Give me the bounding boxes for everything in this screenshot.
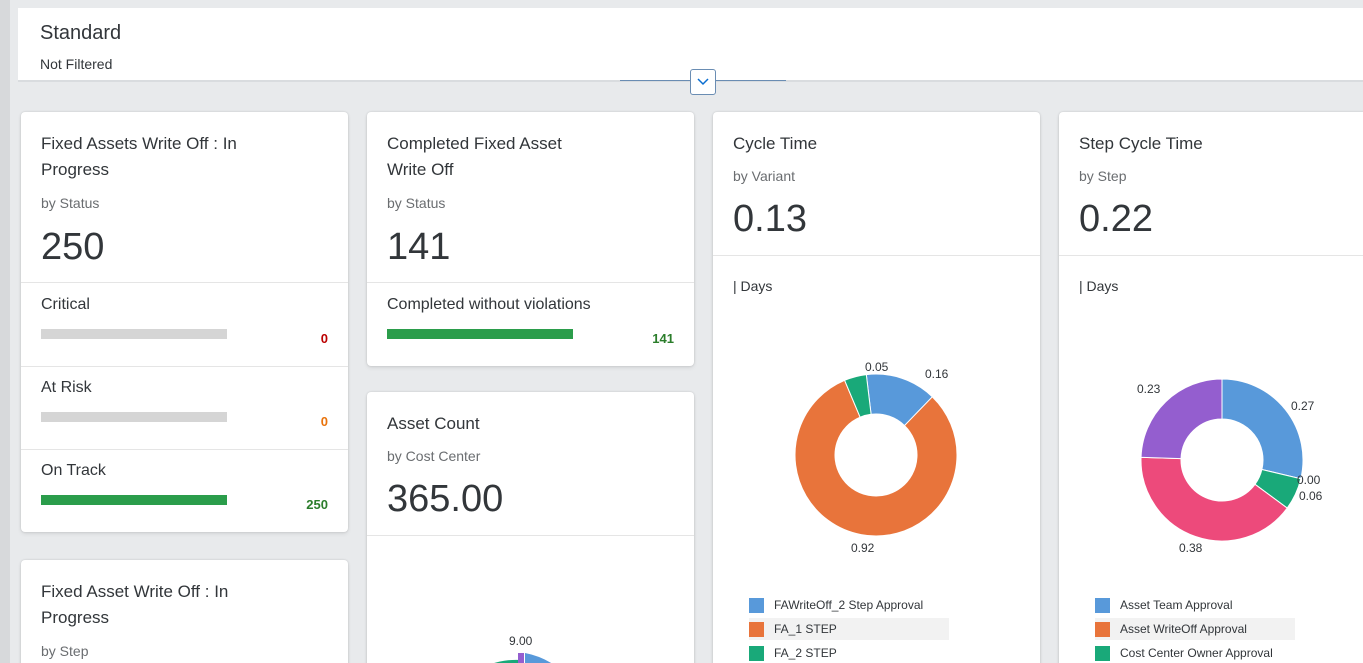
- card-in-progress-status[interactable]: Fixed Assets Write Off : In Progress by …: [21, 112, 348, 532]
- legend-item[interactable]: FA_1 STEP: [749, 618, 949, 640]
- row-divider: [21, 366, 348, 367]
- card-cycle-time[interactable]: Cycle Time by Variant 0.13 | Days 0.16 0.…: [713, 112, 1040, 663]
- legend-item[interactable]: Asset Team Approval: [1095, 594, 1295, 616]
- data-label: 0.23: [1137, 382, 1161, 396]
- legend-item[interactable]: FAWriteOff_2 Step Approval: [749, 594, 949, 616]
- legend-label: FA_2 STEP: [774, 646, 837, 660]
- card-subtitle: by Status: [387, 195, 446, 211]
- card-title-line1: Completed Fixed Asset: [387, 134, 562, 153]
- donut-slice: [518, 653, 524, 663]
- row-label-completed: Completed without violations: [387, 296, 591, 313]
- expand-header-button[interactable]: [690, 69, 716, 95]
- bar-critical: [41, 329, 227, 339]
- variant-title[interactable]: Standard: [40, 22, 121, 45]
- data-label: 0.16: [925, 367, 949, 381]
- card-completed[interactable]: Completed Fixed Asset Write Off by Statu…: [367, 112, 694, 366]
- card-in-progress-step[interactable]: Fixed Asset Write Off : In Progress by S…: [21, 560, 348, 663]
- left-edge-strip: [0, 0, 10, 663]
- donut-slice[interactable]: [1221, 378, 1304, 480]
- card-title-line2: Progress: [41, 160, 110, 179]
- card-divider: [367, 282, 694, 283]
- card-divider: [21, 282, 348, 283]
- legend-label: FA_1 STEP: [774, 622, 837, 636]
- bar-at-risk: [41, 412, 227, 422]
- row-value-critical: 0: [320, 331, 328, 346]
- bar-on-track: [41, 495, 227, 505]
- card-step-cycle-time[interactable]: Step Cycle Time by Step 0.22 | Days 0.27…: [1059, 112, 1363, 663]
- legend-item[interactable]: Asset WriteOff Approval: [1095, 618, 1295, 640]
- row-label-on-track: On Track: [41, 462, 106, 479]
- step-cycle-time-donut: 0.27 0.00 0.06 0.38 0.23: [1137, 378, 1323, 555]
- row-label-critical: Critical: [41, 296, 90, 313]
- bar-fill: [387, 329, 573, 339]
- legend-label: Asset WriteOff Approval: [1120, 622, 1247, 636]
- legend-label: Asset Team Approval: [1120, 598, 1233, 612]
- asset-count-donut: [494, 653, 552, 663]
- bar-completed: [387, 329, 573, 339]
- legend-swatch: [1095, 645, 1110, 661]
- legend-swatch: [749, 645, 764, 661]
- data-label: 0.92: [851, 541, 875, 555]
- card-title-line1: Fixed Asset Write Off : In: [41, 582, 229, 601]
- legend-label: FAWriteOff_2 Step Approval: [774, 598, 924, 612]
- legend-swatch: [1095, 597, 1110, 613]
- card-title-line2: Write Off: [387, 160, 454, 179]
- filter-status: Not Filtered: [40, 56, 113, 72]
- legend-swatch: [749, 597, 764, 613]
- toggle-line-left: [620, 80, 690, 81]
- legend-swatch: [749, 621, 764, 637]
- bar-fill: [41, 495, 227, 505]
- kpi-value: 250: [41, 226, 105, 268]
- card-title-line2: Progress: [41, 608, 110, 627]
- legend-item[interactable]: Cost Center Owner Approval: [1095, 642, 1295, 663]
- data-label: 0.27: [1291, 399, 1315, 413]
- card-subtitle: by Step: [41, 643, 89, 659]
- legend-item[interactable]: FA_2 STEP: [749, 642, 949, 663]
- card-asset-count[interactable]: Asset Count by Cost Center 365.00 9.00: [367, 392, 694, 663]
- cycle-time-donut: 0.16 0.92 0.05: [794, 360, 958, 555]
- data-label: 0.38: [1179, 541, 1203, 555]
- row-value-completed: 141: [652, 331, 674, 346]
- legend-swatch: [1095, 621, 1110, 637]
- row-divider: [21, 449, 348, 450]
- toggle-line-right: [716, 80, 786, 81]
- chevron-down-icon: [697, 78, 709, 86]
- card-subtitle: by Status: [41, 195, 100, 211]
- kpi-value: 141: [387, 226, 451, 268]
- donut-slice: [525, 653, 552, 663]
- data-label: 0.00: [1297, 473, 1321, 487]
- row-label-at-risk: At Risk: [41, 379, 92, 396]
- data-label: 0.06: [1299, 489, 1323, 503]
- data-label: 0.05: [865, 360, 889, 374]
- row-value-at-risk: 0: [320, 414, 328, 429]
- card-title-line1: Fixed Assets Write Off : In: [41, 134, 237, 153]
- row-value-on-track: 250: [306, 497, 328, 512]
- legend-label: Cost Center Owner Approval: [1120, 646, 1273, 660]
